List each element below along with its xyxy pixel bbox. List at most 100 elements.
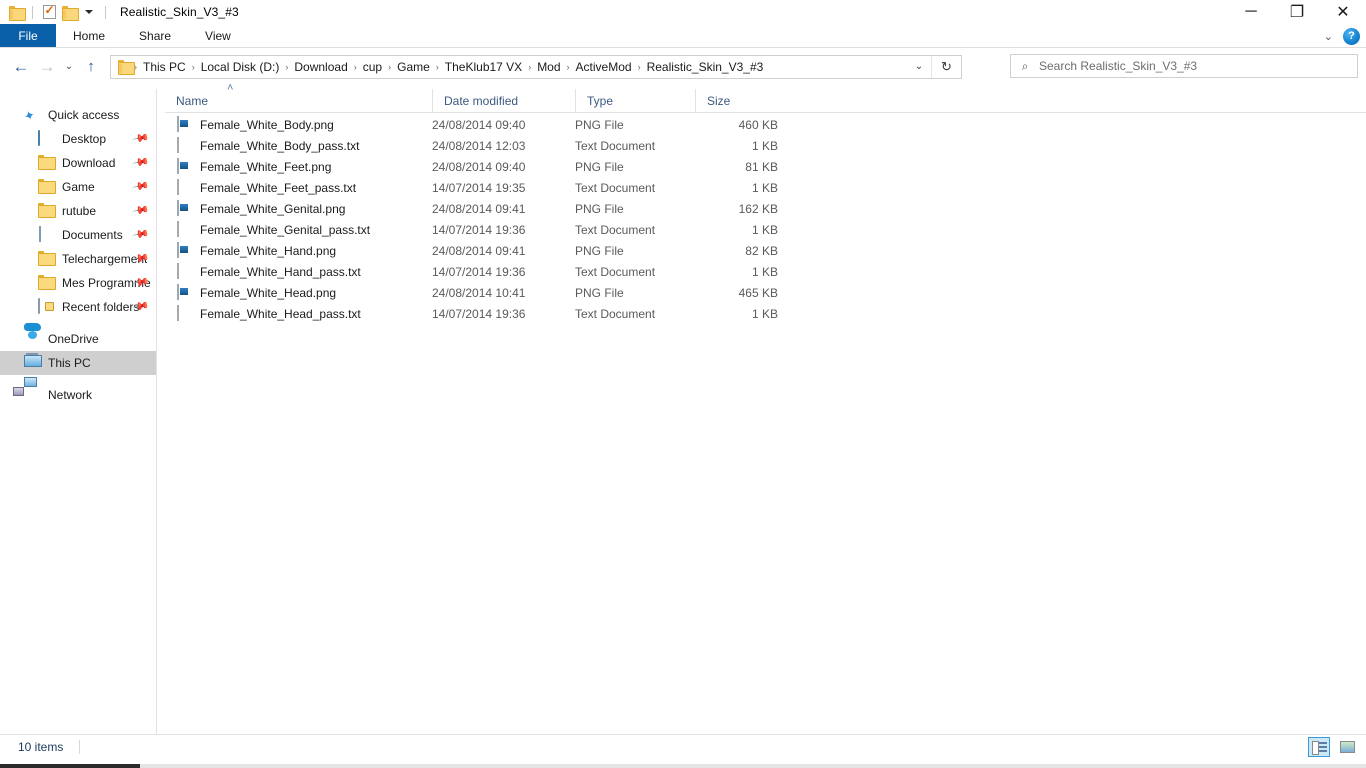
breadcrumb-item-this-pc[interactable]: This PC <box>138 56 191 78</box>
file-size: 1 KB <box>751 264 778 279</box>
documents-icon <box>38 226 56 243</box>
sidebar-group-quick-access[interactable]: ✦ Quick access <box>0 103 156 127</box>
item-count: 10 items <box>18 739 64 754</box>
png-file-icon <box>176 283 192 301</box>
table-row[interactable]: Female_White_Body_pass.txt 24/08/2014 12… <box>165 135 1366 156</box>
recent-folders-icon <box>38 298 56 315</box>
search-placeholder: Search Realistic_Skin_V3_#3 <box>1039 59 1198 73</box>
details-view-button[interactable] <box>1308 737 1330 757</box>
file-size: 1 KB <box>751 306 778 321</box>
pin-icon[interactable]: 📌 <box>132 153 151 172</box>
breadcrumb[interactable]: › This PC › Local Disk (D:) › Download ›… <box>110 54 962 79</box>
pin-icon[interactable]: 📌 <box>132 225 151 244</box>
desktop-icon <box>38 130 56 147</box>
file-type: PNG File <box>575 117 624 132</box>
sidebar-item-game[interactable]: Game 📌 <box>0 175 156 199</box>
file-size: 1 KB <box>751 180 778 195</box>
tab-view[interactable]: View <box>188 24 248 47</box>
breadcrumb-item-activemod[interactable]: ActiveMod <box>571 56 637 78</box>
file-size: 1 KB <box>751 138 778 153</box>
folder-icon <box>38 251 56 267</box>
tab-home[interactable]: Home <box>56 24 122 47</box>
png-file-icon <box>176 115 192 133</box>
column-header-date-modified[interactable]: Date modified <box>432 88 575 113</box>
properties-checkmark-icon[interactable] <box>39 2 59 22</box>
breadcrumb-item-download[interactable]: Download <box>289 56 352 78</box>
sidebar-item-recent-folders[interactable]: Recent folders 📌 <box>0 295 156 319</box>
new-folder-icon[interactable] <box>59 2 79 22</box>
file-explorer-window: Realistic_Skin_V3_#3 ─ ❐ ✕ File Home Sha… <box>0 0 1366 768</box>
table-row[interactable]: Female_White_Body.png 24/08/2014 09:40 P… <box>165 114 1366 135</box>
chevron-down-icon[interactable]: ⌄ <box>909 56 929 78</box>
sidebar-item-documents[interactable]: Documents 📌 <box>0 223 156 247</box>
column-label: Type <box>587 93 614 108</box>
forward-icon[interactable]: → <box>34 54 60 80</box>
table-row[interactable]: Female_White_Genital.png 24/08/2014 09:4… <box>165 198 1366 219</box>
sidebar-item-desktop[interactable]: Desktop 📌 <box>0 127 156 151</box>
sidebar-item-network[interactable]: Network <box>0 383 156 407</box>
folder-icon <box>38 179 56 195</box>
tab-file[interactable]: File <box>0 24 56 47</box>
table-row[interactable]: Female_White_Head_pass.txt 14/07/2014 19… <box>165 303 1366 324</box>
sidebar-item-label: Network <box>48 388 93 402</box>
recent-locations-icon[interactable]: ⌄ <box>60 54 78 80</box>
sidebar-item-this-pc[interactable]: This PC <box>0 351 156 375</box>
text-file-icon <box>176 136 192 154</box>
sidebar-item-rutube[interactable]: rutube 📌 <box>0 199 156 223</box>
text-file-icon <box>176 178 192 196</box>
minimize-icon[interactable]: ─ <box>1228 0 1274 24</box>
tab-share[interactable]: Share <box>122 24 188 47</box>
file-date: 24/08/2014 09:40 <box>432 159 526 174</box>
refresh-icon[interactable]: ↻ <box>931 55 961 78</box>
back-icon[interactable]: ← <box>8 54 34 80</box>
column-header-size[interactable]: Size <box>695 88 778 113</box>
folder-icon <box>38 203 56 219</box>
folder-icon[interactable] <box>6 2 26 22</box>
pin-icon[interactable]: 📌 <box>132 201 151 220</box>
sidebar-item-telechargement[interactable]: Telechargement 📌 <box>0 247 156 271</box>
table-row[interactable]: Female_White_Head.png 24/08/2014 10:41 P… <box>165 282 1366 303</box>
window-controls: ─ ❐ ✕ <box>1228 0 1366 24</box>
pin-icon[interactable]: 📌 <box>132 177 151 196</box>
folder-icon <box>38 155 56 171</box>
sidebar-item-onedrive[interactable]: OneDrive <box>0 327 156 351</box>
file-name-cell: Female_White_Head.png <box>165 283 432 301</box>
breadcrumb-item-cup[interactable]: cup <box>358 56 387 78</box>
table-row[interactable]: Female_White_Feet_pass.txt 14/07/2014 19… <box>165 177 1366 198</box>
sidebar-item-mes-programme[interactable]: Mes Programme 📌 <box>0 271 156 295</box>
column-header-name[interactable]: ˄ Name <box>165 82 432 113</box>
file-name-cell: Female_White_Head_pass.txt <box>165 304 432 322</box>
pin-icon[interactable]: 📌 <box>132 129 151 148</box>
table-row[interactable]: Female_White_Hand.png 24/08/2014 09:41 P… <box>165 240 1366 261</box>
breadcrumb-item-current-folder[interactable]: Realistic_Skin_V3_#3 <box>642 56 769 78</box>
breadcrumb-item-theklub17-vx[interactable]: TheKlub17 VX <box>440 56 527 78</box>
text-file-icon <box>176 262 192 280</box>
maximize-icon[interactable]: ❐ <box>1274 0 1320 24</box>
search-input[interactable]: ⌕ Search Realistic_Skin_V3_#3 <box>1010 54 1358 78</box>
file-date: 14/07/2014 19:36 <box>432 264 526 279</box>
file-type: Text Document <box>575 264 656 279</box>
table-row[interactable]: Female_White_Hand_pass.txt 14/07/2014 19… <box>165 261 1366 282</box>
sidebar-item-label: Game <box>62 180 95 194</box>
breadcrumb-item-mod[interactable]: Mod <box>532 56 565 78</box>
table-row[interactable]: Female_White_Feet.png 24/08/2014 09:40 P… <box>165 156 1366 177</box>
up-icon[interactable]: ↑ <box>78 54 104 80</box>
close-icon[interactable]: ✕ <box>1320 0 1366 24</box>
sidebar-item-download[interactable]: Download 📌 <box>0 151 156 175</box>
png-file-icon <box>176 241 192 259</box>
taskbar-strip <box>0 758 1366 768</box>
chevron-down-icon[interactable] <box>79 2 99 22</box>
help-icon[interactable]: ? <box>1343 27 1360 45</box>
folder-icon <box>118 60 135 75</box>
table-row[interactable]: Female_White_Genital_pass.txt 14/07/2014… <box>165 219 1366 240</box>
large-icons-view-button[interactable] <box>1336 737 1358 757</box>
file-name-cell: Female_White_Hand_pass.txt <box>165 262 432 280</box>
chevron-down-icon[interactable]: ⌄ <box>1324 30 1333 43</box>
column-header-type[interactable]: Type <box>575 88 695 113</box>
file-date: 14/07/2014 19:36 <box>432 222 526 237</box>
file-date: 24/08/2014 09:41 <box>432 243 526 258</box>
file-name: Female_White_Hand_pass.txt <box>200 264 361 279</box>
search-icon: ⌕ <box>1021 58 1029 73</box>
breadcrumb-item-local-disk[interactable]: Local Disk (D:) <box>196 56 285 78</box>
breadcrumb-item-game[interactable]: Game <box>392 56 435 78</box>
